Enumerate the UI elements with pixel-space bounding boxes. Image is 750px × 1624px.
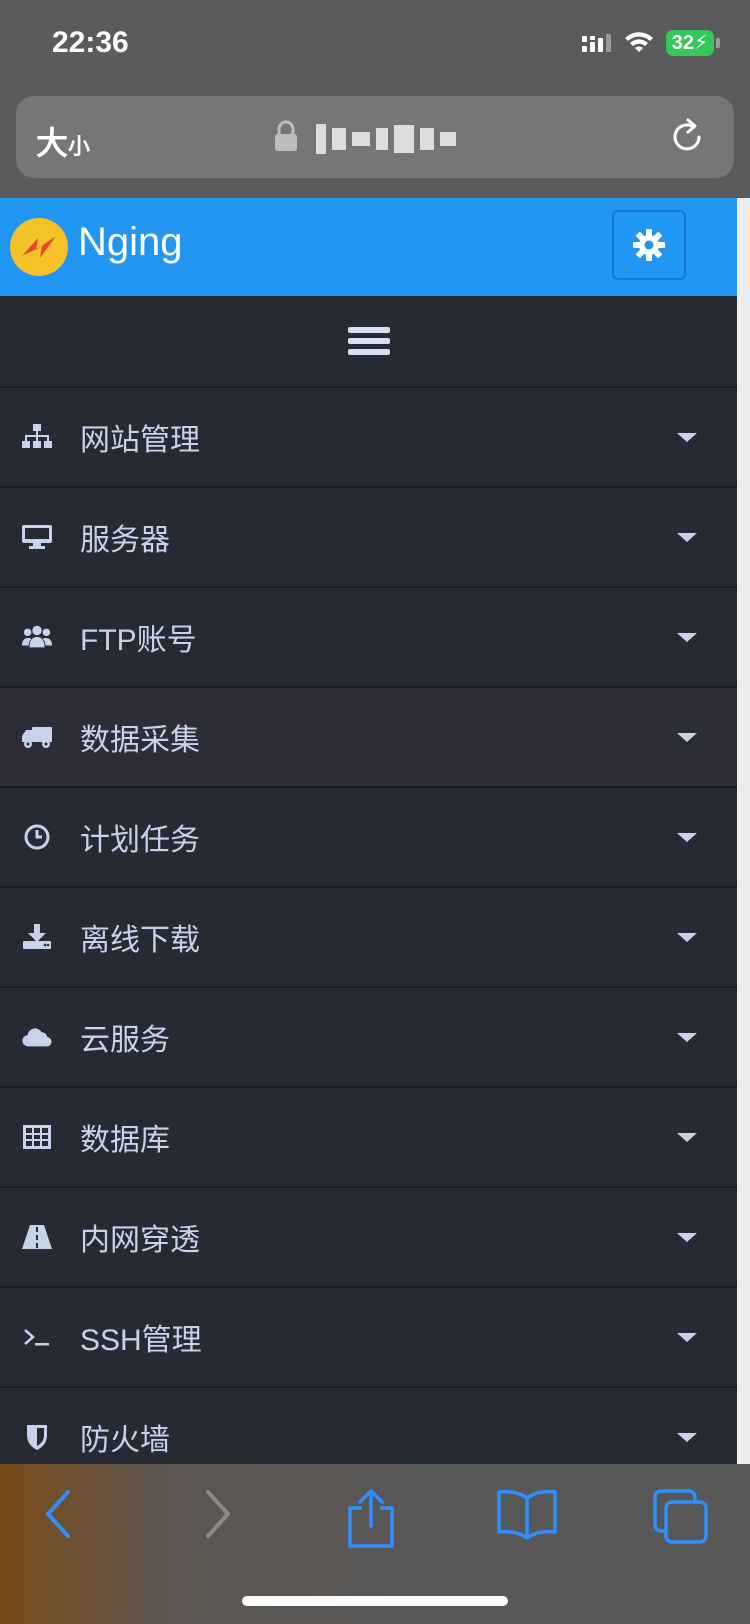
wifi-icon — [624, 32, 653, 52]
download-icon — [22, 922, 52, 952]
sidebar-nav: 网站管理 服务器 FTP账号 数据采集 计划任务 离线下载 云服务 数据库 内网… — [0, 388, 737, 1464]
browser-address-area: 大小 — [0, 90, 750, 198]
back-icon[interactable] — [40, 1488, 76, 1540]
nav-item-label: SSH管理 — [80, 1324, 202, 1357]
caret-down-icon — [677, 1132, 697, 1142]
nav-item-website[interactable]: 网站管理 — [0, 388, 737, 488]
signal-icon — [581, 34, 611, 52]
caret-down-icon — [677, 632, 697, 642]
status-bar: 22:36 32⚡ — [0, 0, 750, 90]
caret-down-icon — [677, 1332, 697, 1342]
caret-down-icon — [677, 932, 697, 942]
battery-tip — [716, 38, 720, 48]
tabs-icon[interactable] — [652, 1488, 710, 1546]
lightning-logo-icon — [22, 236, 56, 258]
desktop-icon — [22, 522, 52, 552]
caret-down-icon — [677, 732, 697, 742]
sidebar-toggle[interactable] — [0, 296, 737, 388]
hamburger-icon — [347, 322, 390, 360]
forward-icon[interactable] — [200, 1488, 236, 1540]
nav-item-cron[interactable]: 计划任务 — [0, 788, 737, 888]
brand-name[interactable]: Nging — [78, 220, 183, 265]
status-indicators: 32⚡ — [581, 30, 720, 56]
cloud-icon — [22, 1022, 52, 1052]
status-time: 22:36 — [52, 26, 129, 59]
nav-item-label: 防火墙 — [80, 1424, 170, 1457]
text-size-small-label: 小 — [68, 134, 91, 159]
page-scrollbar[interactable] — [737, 198, 750, 1464]
nav-item-label: 网站管理 — [80, 424, 200, 457]
nav-item-ftp[interactable]: FTP账号 — [0, 588, 737, 688]
bookmarks-icon[interactable] — [496, 1488, 558, 1540]
text-size-large-label: 大 — [36, 125, 69, 161]
nav-item-database[interactable]: 数据库 — [0, 1088, 737, 1188]
clock-icon — [22, 822, 52, 852]
nav-item-download[interactable]: 离线下载 — [0, 888, 737, 988]
nav-item-cloud[interactable]: 云服务 — [0, 988, 737, 1088]
battery-level: 32 — [671, 32, 694, 54]
address-bar[interactable]: 大小 — [16, 96, 734, 178]
caret-down-icon — [677, 1232, 697, 1242]
table-icon — [22, 1122, 52, 1152]
terminal-icon — [22, 1322, 52, 1352]
brand-logo[interactable] — [10, 218, 68, 276]
nav-item-server[interactable]: 服务器 — [0, 488, 737, 588]
users-icon — [22, 622, 52, 652]
nav-item-tunnel[interactable]: 内网穿透 — [0, 1188, 737, 1288]
nav-item-label: 云服务 — [80, 1024, 170, 1057]
nav-item-label: 计划任务 — [80, 824, 200, 857]
nav-item-collector[interactable]: 数据采集 — [0, 688, 737, 788]
reload-icon[interactable] — [666, 116, 708, 158]
app-header: Nging — [0, 198, 737, 296]
home-indicator — [242, 1596, 508, 1606]
nav-item-ssh[interactable]: SSH管理 — [0, 1288, 737, 1388]
road-icon — [22, 1222, 52, 1252]
nav-item-firewall[interactable]: 防火墙 — [0, 1388, 737, 1464]
nav-item-label: FTP账号 — [80, 624, 197, 657]
nav-item-label: 离线下载 — [80, 924, 200, 957]
nav-item-label: 数据采集 — [80, 724, 200, 757]
caret-down-icon — [677, 1032, 697, 1042]
shield-icon — [22, 1422, 52, 1452]
share-icon[interactable] — [346, 1488, 396, 1550]
caret-down-icon — [677, 432, 697, 442]
lock-icon — [275, 120, 297, 151]
text-size-button[interactable]: 大小 — [36, 118, 90, 164]
gear-icon — [633, 229, 665, 261]
caret-down-icon — [677, 1432, 697, 1442]
url-text-redacted — [316, 122, 506, 156]
sitemap-icon — [22, 422, 52, 452]
app-page: Nging 网站管理 服务器 FTP账号 数据采集 计划任务 离线下载 云服务 … — [0, 198, 737, 1464]
nav-item-label: 服务器 — [80, 524, 170, 557]
settings-button[interactable] — [612, 210, 686, 280]
nav-item-label: 内网穿透 — [80, 1224, 200, 1257]
nav-item-label: 数据库 — [80, 1124, 170, 1157]
caret-down-icon — [677, 832, 697, 842]
caret-down-icon — [677, 532, 697, 542]
truck-icon — [22, 722, 52, 752]
battery-indicator: 32⚡ — [665, 30, 714, 56]
